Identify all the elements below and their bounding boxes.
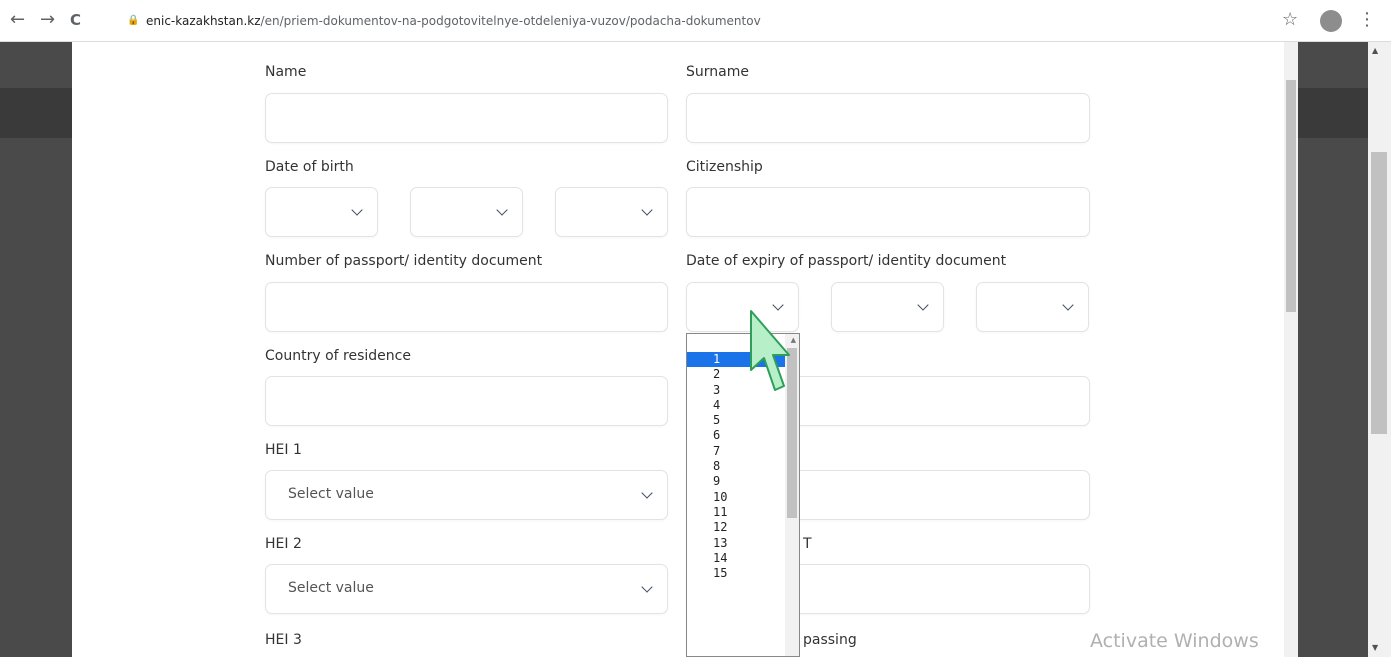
lock-icon: 🔒	[127, 15, 140, 26]
citizenship-input[interactable]	[686, 187, 1090, 237]
back-icon[interactable]: ←	[10, 10, 25, 30]
scroll-down-icon[interactable]: ▼	[1372, 643, 1378, 652]
passport-number-label: Number of passport/ identity document	[265, 253, 543, 269]
window-scrollbar-thumb[interactable]	[1371, 152, 1387, 434]
hei1-label: HEI 1	[265, 442, 302, 458]
country-input[interactable]	[265, 376, 668, 426]
hei1-select-value: Select value	[288, 486, 374, 502]
url-domain: enic-kazakhstan.kz	[146, 14, 261, 28]
chevron-down-icon	[351, 204, 363, 216]
dropdown-option[interactable]: 15	[687, 566, 799, 581]
name-input[interactable]	[265, 93, 668, 143]
dropdown-option[interactable]: 12	[687, 520, 799, 535]
chevron-down-icon	[641, 204, 653, 216]
dropdown-option[interactable]: 9	[687, 474, 799, 489]
dropdown-option[interactable]: 7	[687, 444, 799, 459]
form-page	[72, 42, 1296, 657]
browser-toolbar: ← → C 🔒 enic-kazakhstan.kz/en/priem-doku…	[0, 0, 1391, 42]
dropdown-option[interactable]: 14	[687, 551, 799, 566]
passport-expiry-label: Date of expiry of passport/ identity doc…	[686, 253, 1007, 269]
chevron-down-icon	[1062, 299, 1074, 311]
partial-label-7: passing	[803, 632, 857, 648]
dropdown-option[interactable]: 13	[687, 536, 799, 551]
bookmark-star-icon[interactable]: ☆	[1282, 9, 1298, 30]
expiry-year-select[interactable]	[976, 282, 1089, 332]
hei2-select-value: Select value	[288, 580, 374, 596]
dropdown-option[interactable]: 6	[687, 428, 799, 443]
hei2-label: HEI 2	[265, 536, 302, 552]
chevron-down-icon	[641, 581, 653, 593]
page-scrollbar-thumb[interactable]	[1286, 80, 1296, 312]
chevron-down-icon	[496, 204, 508, 216]
dob-day-select[interactable]	[265, 187, 378, 237]
name-label: Name	[265, 64, 307, 80]
reload-icon[interactable]: C	[70, 10, 81, 30]
chevron-down-icon	[641, 487, 653, 499]
dob-label: Date of birth	[265, 159, 354, 175]
hei3-label: HEI 3	[265, 632, 302, 648]
forward-icon[interactable]: →	[40, 10, 55, 30]
dropdown-option[interactable]: 8	[687, 459, 799, 474]
browser-menu-icon[interactable]: ⋮	[1358, 9, 1376, 30]
mouse-cursor-icon	[750, 310, 790, 391]
surname-label: Surname	[686, 64, 749, 80]
surname-input[interactable]	[686, 93, 1090, 143]
dropdown-option[interactable]: 10	[687, 490, 799, 505]
dob-year-select[interactable]	[555, 187, 668, 237]
expiry-month-select[interactable]	[831, 282, 944, 332]
url-path: /en/priem-dokumentov-na-podgotovitelnye-…	[260, 14, 761, 28]
partial-label-6: T	[803, 536, 812, 552]
address-bar[interactable]: 🔒 enic-kazakhstan.kz/en/priem-dokumentov…	[110, 10, 1290, 32]
country-label: Country of residence	[265, 348, 411, 364]
hei2-select[interactable]: Select value	[265, 564, 668, 614]
dropdown-option[interactable]: 5	[687, 413, 799, 428]
passport-number-input[interactable]	[265, 282, 668, 332]
activate-windows-watermark: Activate Windows	[1090, 630, 1259, 652]
url-text[interactable]: enic-kazakhstan.kz/en/priem-dokumentov-n…	[146, 10, 761, 32]
dropdown-option[interactable]: 4	[687, 398, 799, 413]
profile-avatar[interactable]	[1320, 10, 1342, 32]
citizenship-label: Citizenship	[686, 159, 763, 175]
dob-month-select[interactable]	[410, 187, 523, 237]
hei1-select[interactable]: Select value	[265, 470, 668, 520]
chevron-down-icon	[917, 299, 929, 311]
scroll-up-icon[interactable]: ▲	[1372, 46, 1378, 55]
dropdown-option[interactable]: 11	[687, 505, 799, 520]
